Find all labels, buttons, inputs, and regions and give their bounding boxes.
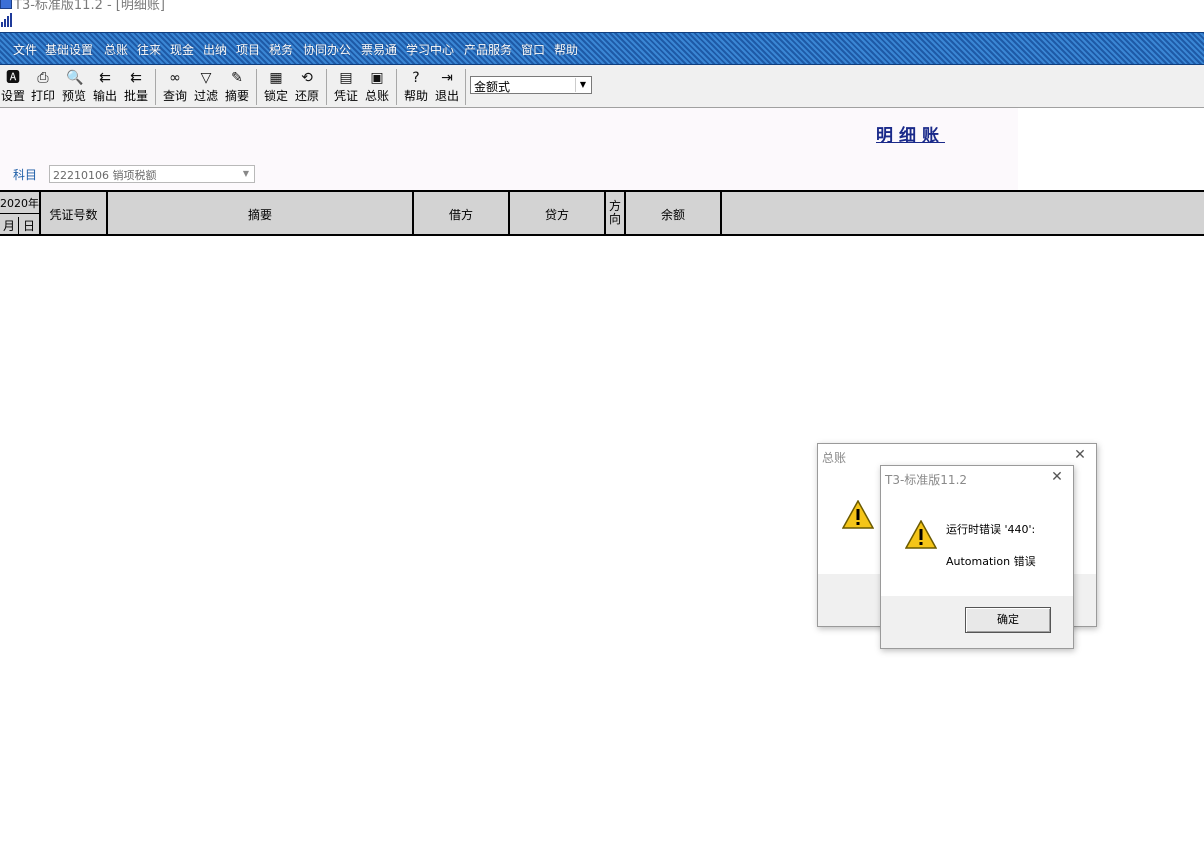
voucher-icon: ▤ (339, 70, 353, 86)
preview-icon: 🔍 (66, 70, 84, 86)
subject-select[interactable]: 22210106 销项税额 ▼ (49, 165, 255, 183)
batch-button[interactable]: ⇇ 批量 (122, 68, 150, 106)
exit-button[interactable]: ⇥ 退出 (433, 68, 461, 106)
year-header: 2020年 (0, 197, 39, 210)
window-title: T3-标准版11.2 - [明细账] (14, 0, 165, 13)
title-bar: T3-标准版11.2 - [明细账] (0, 0, 1204, 13)
restore-icon: ⟲ (301, 70, 313, 86)
ledger-button[interactable]: ▣ 总账 (363, 68, 391, 106)
summary-icon: ✎ (231, 70, 243, 86)
ok-button[interactable]: 确定 (965, 607, 1051, 633)
format-select[interactable]: 金额式 ▼ (470, 76, 592, 94)
batch-icon: ⇇ (130, 70, 142, 86)
menu-file[interactable]: 文件 (13, 41, 37, 58)
voucher-button[interactable]: ▤ 凭证 (332, 68, 360, 106)
summary-button[interactable]: ✎ 摘要 (223, 68, 251, 106)
subject-label: 科目 (13, 168, 38, 182)
lock-button[interactable]: ▦ 锁定 (262, 68, 290, 106)
filter-icon: ▽ (200, 70, 212, 86)
column-summary[interactable]: 摘要 (108, 192, 414, 236)
error-message: 运行时错误 '440': (946, 523, 1036, 536)
print-button[interactable]: ⎙ 打印 (29, 68, 57, 106)
printer-icon: ⎙ (37, 70, 49, 86)
settings-button[interactable]: 🅰 设置 (0, 68, 26, 106)
column-credit[interactable]: 贷方 (510, 192, 606, 236)
menu-tax[interactable]: 税务 (269, 41, 293, 58)
menu-project[interactable]: 项目 (236, 41, 260, 58)
exit-icon: ⇥ (441, 70, 453, 86)
close-icon[interactable]: ✕ (1072, 447, 1088, 463)
chevron-down-icon[interactable]: ▼ (239, 167, 253, 181)
warning-icon (905, 520, 937, 549)
date-header: 2020年 月 日 (0, 192, 41, 236)
close-icon[interactable]: ✕ (1049, 469, 1065, 485)
menu-cash[interactable]: 现金 (170, 41, 194, 58)
filter-button[interactable]: ▽ 过滤 (192, 68, 220, 106)
export-icon: ⇇ (99, 70, 111, 86)
app-logo-icon (0, 0, 12, 9)
toolbar-divider (465, 69, 466, 105)
menu-basic-settings[interactable]: 基础设置 (45, 41, 93, 58)
chevron-down-icon[interactable]: ▼ (575, 78, 590, 92)
error-dialog-title: T3-标准版11.2 (885, 473, 968, 487)
ledger-dialog-title: 总账 (822, 451, 847, 465)
binoculars-icon: ∞ (169, 70, 181, 86)
error-dialog: T3-标准版11.2 ✕ 运行时错误 '440': Automation 错误 … (880, 465, 1074, 649)
system-menu-icon[interactable] (0, 13, 14, 27)
report-title: 明细账 (876, 126, 945, 146)
column-direction[interactable]: 方向 (606, 192, 626, 236)
export-button[interactable]: ⇇ 输出 (91, 68, 119, 106)
column-voucher-no[interactable]: 凭证号数 (41, 192, 108, 236)
toolbar-divider (155, 69, 156, 105)
toolbar-divider (326, 69, 327, 105)
table-header: 2020年 月 日 凭证号数 摘要 借方 贷方 方向 余额 (0, 190, 1204, 236)
month-header: 月 (0, 217, 19, 236)
toolbar-divider (396, 69, 397, 105)
column-debit[interactable]: 借方 (414, 192, 510, 236)
error-detail: Automation 错误 (946, 555, 1036, 568)
query-button[interactable]: ∞ 查询 (161, 68, 189, 106)
toolbar: 🅰 设置 ⎙ 打印 🔍 预览 ⇇ 输出 ⇇ 批量 ∞ 查询 ▽ 过滤 ✎ 摘要 ▦ 锁定 ⟲ 还原 … (0, 65, 1204, 108)
menu-collaboration[interactable]: 协同办公 (303, 41, 351, 58)
ledger-icon: ▣ (370, 70, 384, 86)
preview-button[interactable]: 🔍 预览 (60, 68, 88, 106)
menu-window[interactable]: 窗口 (521, 41, 545, 58)
menu-general-ledger[interactable]: 总账 (104, 41, 128, 58)
format-select-value: 金额式 (474, 80, 511, 94)
help-icon: ? (412, 70, 420, 86)
subject-value: 22210106 销项税额 (53, 169, 157, 182)
menu-invoice[interactable]: 票易通 (361, 41, 397, 58)
warning-icon (842, 500, 874, 529)
menu-cashier[interactable]: 出纳 (203, 41, 227, 58)
settings-icon: 🅰 (6, 70, 20, 86)
day-header: 日 (22, 219, 35, 233)
menu-learning-center[interactable]: 学习中心 (406, 41, 454, 58)
toolbar-divider (256, 69, 257, 105)
column-balance[interactable]: 余额 (626, 192, 722, 236)
lock-icon: ▦ (269, 70, 283, 86)
menu-product-service[interactable]: 产品服务 (464, 41, 512, 58)
help-button[interactable]: ? 帮助 (402, 68, 430, 106)
menu-bar: 文件 基础设置 总账 往来 现金 出纳 项目 税务 协同办公 票易通 学习中心 … (0, 32, 1204, 65)
restore-button[interactable]: ⟲ 还原 (293, 68, 321, 106)
menu-receivables[interactable]: 往来 (137, 41, 161, 58)
menu-help[interactable]: 帮助 (554, 41, 578, 58)
